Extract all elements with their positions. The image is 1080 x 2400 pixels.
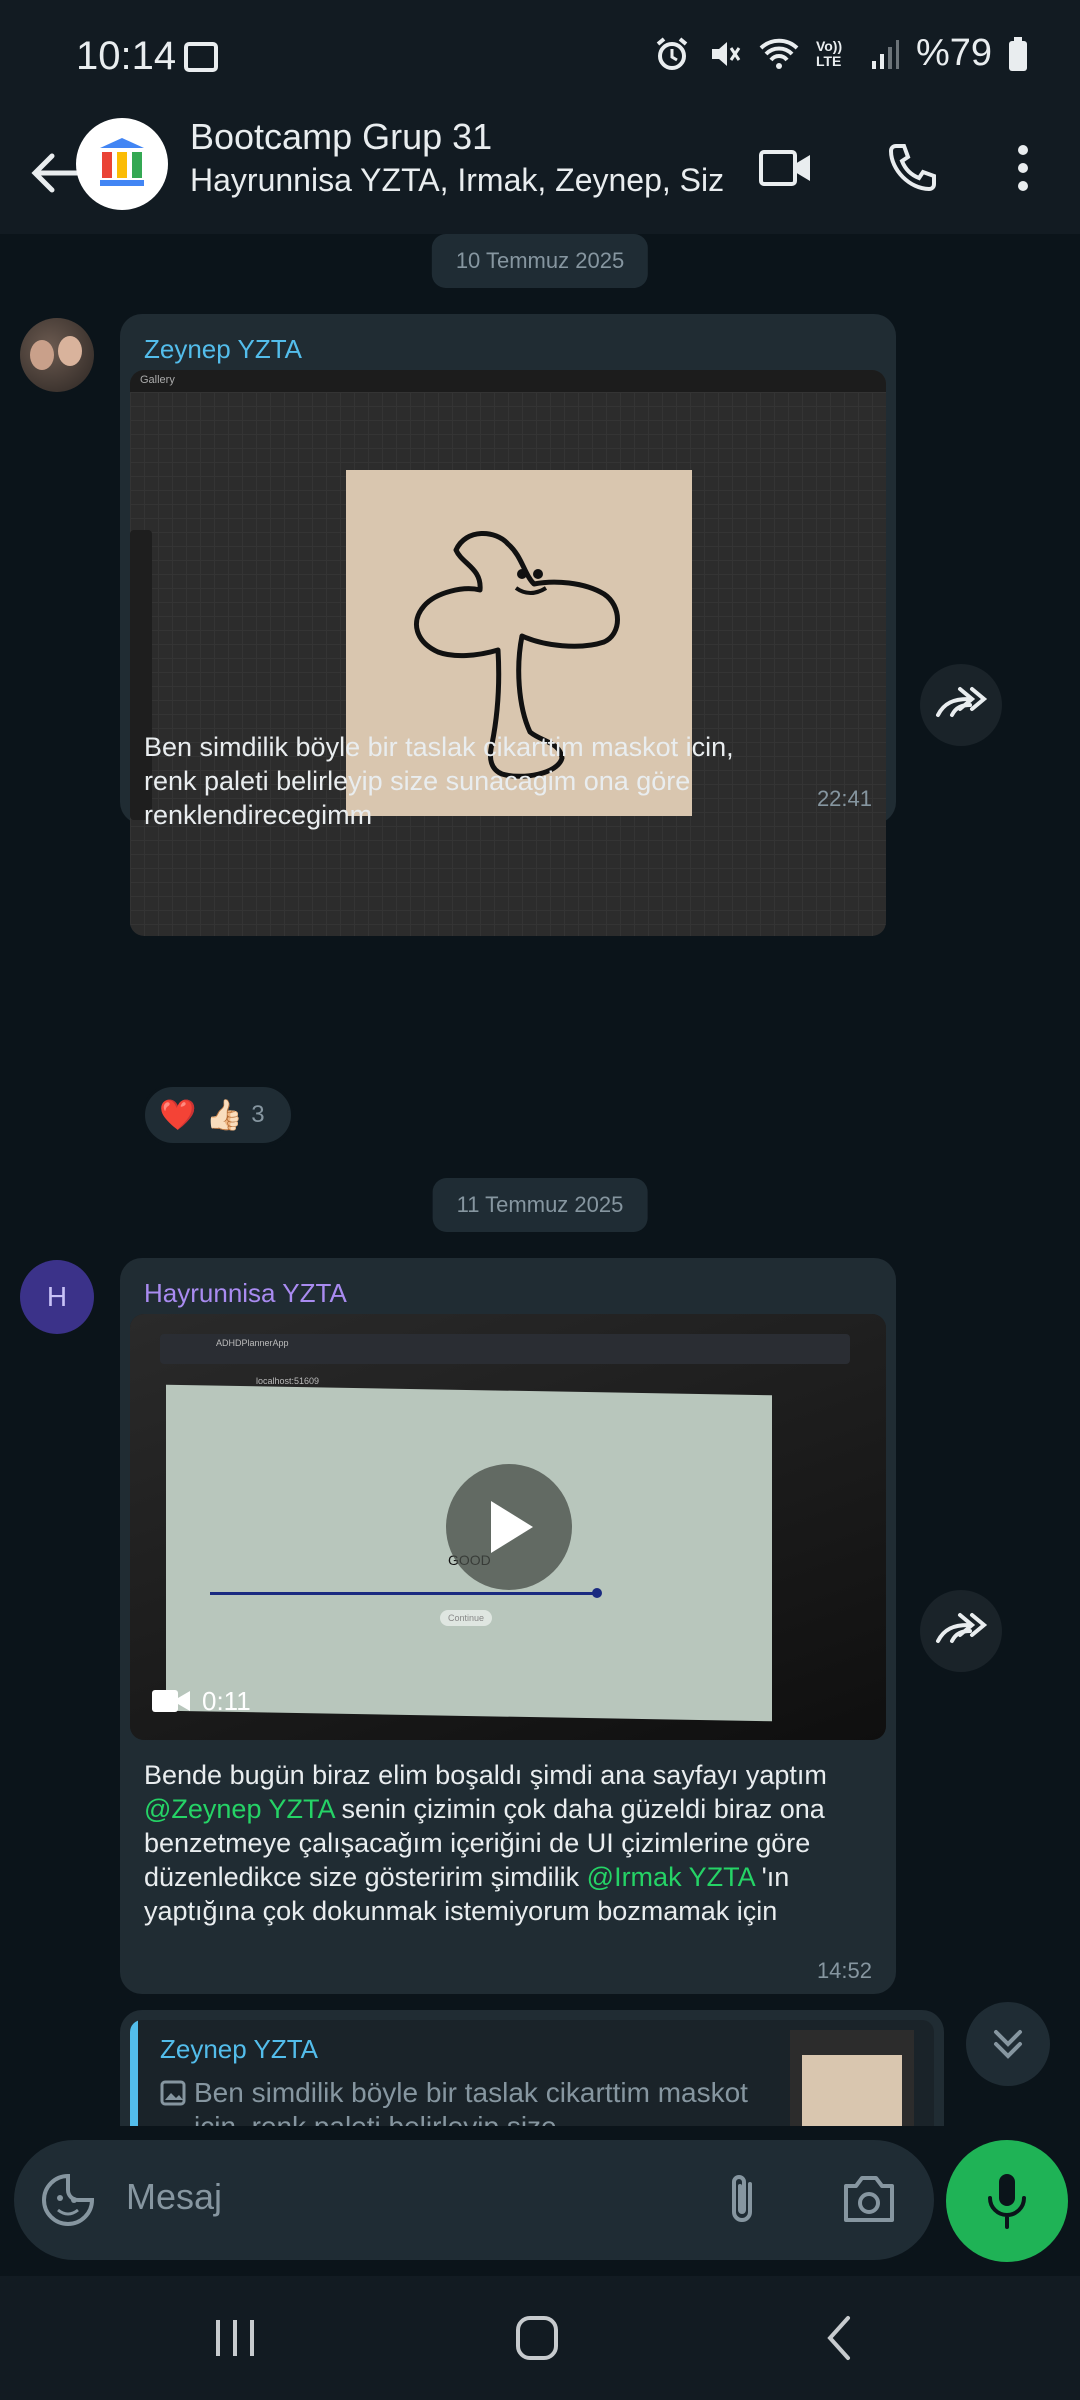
reply-quote[interactable]: Zeynep YZTA Ben simdilik böyle bir tasla… [130, 2020, 934, 2126]
voice-call-icon[interactable] [884, 140, 940, 196]
image-icon [160, 2080, 186, 2106]
battery-percent: %79 [915, 32, 992, 74]
forward-button[interactable] [920, 664, 1002, 746]
sticker-emoji-icon[interactable] [38, 2170, 98, 2230]
sender-name[interactable]: Zeynep YZTA [144, 334, 302, 365]
play-icon [491, 1501, 533, 1553]
message-composer[interactable]: Mesaj [14, 2140, 934, 2260]
forward-button[interactable] [920, 1590, 1002, 1672]
browser-url: localhost:51609 [256, 1376, 320, 1386]
group-title[interactable]: Bootcamp Grup 31 [190, 116, 492, 158]
reactions-pill[interactable]: ❤️ 👍🏻 3 [142, 1084, 294, 1146]
avatar[interactable] [20, 318, 94, 392]
gallery-notification-icon [184, 42, 218, 72]
video-camera-icon [152, 1690, 190, 1712]
procreate-gallery-label: Gallery [140, 374, 175, 386]
reply-thumbnail [790, 2030, 914, 2126]
network-label: Vo)) LTE [815, 37, 843, 69]
home-icon[interactable] [514, 2314, 560, 2362]
signal-icon [871, 39, 899, 69]
message-time: 14:52 [816, 1958, 872, 1983]
forward-icon [936, 1613, 988, 1643]
message-bubble[interactable]: Hayrunnisa YZTA ADHDPlannerApp localhost… [120, 1258, 896, 1994]
chat-area[interactable]: 10 Temmuz 2025 Zeynep YZTA Gallery Ben s… [0, 234, 1080, 2126]
chat-header: Bootcamp Grup 31 Hayrunnisa YZTA, Irmak,… [0, 116, 1080, 234]
message-bubble[interactable]: Zeynep YZTA Gallery Ben simdilik böyle b… [120, 314, 896, 936]
text-part: Bende bugün biraz elim boşaldı şimdi ana… [144, 1760, 827, 1790]
sender-name[interactable]: Hayrunnisa YZTA [144, 1278, 347, 1309]
message-bubble[interactable]: Zeynep YZTA Ben simdilik böyle bir tasla… [120, 2010, 944, 2126]
message-image[interactable]: Gallery [130, 370, 886, 936]
more-options-icon[interactable] [1008, 140, 1038, 196]
message-text: Ben simdilik böyle bir taslak cikarttim … [144, 732, 734, 830]
group-avatar[interactable] [76, 118, 168, 215]
message-video[interactable]: ADHDPlannerApp localhost:51609 GOOD Cont… [130, 1314, 886, 1740]
video-call-icon[interactable] [758, 140, 814, 196]
wifi-icon [759, 38, 799, 69]
microphone-icon [988, 2174, 1026, 2229]
attach-icon[interactable] [720, 2170, 764, 2230]
reply-sender: Zeynep YZTA [160, 2034, 318, 2064]
video-button-label: Continue [440, 1610, 493, 1626]
message-time: 22:41 [816, 786, 872, 811]
avatar-letter: H [46, 1281, 68, 1312]
video-duration: 0:11 [202, 1686, 251, 1716]
recent-apps-icon[interactable] [212, 2316, 258, 2360]
message-input[interactable]: Mesaj [126, 2176, 222, 2218]
date-separator: 11 Temmuz 2025 [432, 1178, 648, 1232]
forward-icon [936, 687, 988, 717]
avatar[interactable]: H [20, 1260, 94, 1334]
reaction-count: 3 [251, 1101, 265, 1128]
scroll-to-bottom-button[interactable] [966, 2002, 1050, 2086]
camera-icon[interactable] [840, 2172, 898, 2226]
voice-record-button[interactable] [946, 2140, 1068, 2262]
reaction-emojis: ❤️ 👍🏻 [159, 1097, 244, 1133]
system-nav-bar [0, 2276, 1080, 2400]
system-back-icon[interactable] [822, 2314, 858, 2362]
date-separator: 10 Temmuz 2025 [431, 234, 649, 288]
message-text: Bende bugün biraz elim boşaldı şimdi ana… [144, 1758, 864, 1928]
mention-zeynep[interactable]: @Zeynep YZTA [144, 1794, 334, 1824]
status-bar: 10:14 Vo)) LTE %79 [0, 0, 1080, 118]
reply-text: Ben simdilik böyle bir taslak cikarttim … [194, 2077, 748, 2126]
alarm-icon [656, 36, 688, 70]
double-chevron-down-icon [994, 2030, 1022, 2059]
play-button[interactable] [446, 1464, 572, 1590]
status-time: 10:14 [76, 34, 177, 78]
battery-icon [1009, 36, 1027, 71]
mention-irmak[interactable]: @Irmak YZTA [587, 1862, 754, 1892]
group-members[interactable]: Hayrunnisa YZTA, Irmak, Zeynep, Siz [190, 162, 724, 199]
mute-icon [711, 41, 741, 66]
browser-tab: ADHDPlannerApp [216, 1338, 289, 1348]
